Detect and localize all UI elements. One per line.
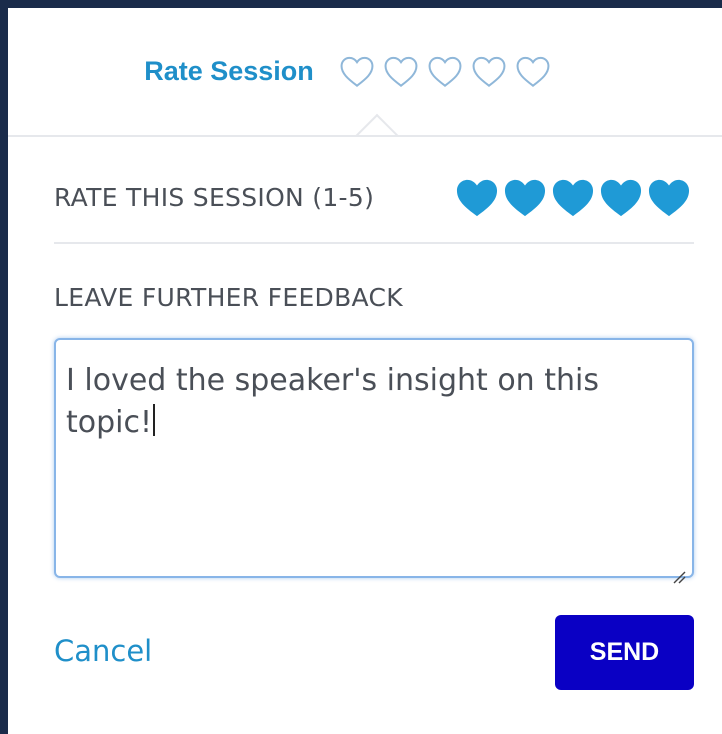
rate-session-title[interactable]: Rate Session	[144, 56, 314, 87]
feedback-textarea[interactable]: I loved the speaker's insight on this to…	[54, 338, 694, 584]
cancel-button[interactable]: Cancel	[54, 634, 152, 668]
heart-outline-icon[interactable]	[426, 54, 464, 88]
heart-filled-icon[interactable]	[598, 176, 644, 218]
leave-feedback-label: LEAVE FURTHER FEEDBACK	[54, 283, 403, 312]
resize-handle-icon[interactable]	[670, 554, 686, 584]
heart-filled-icon[interactable]	[454, 176, 500, 218]
heart-outline-icon[interactable]	[338, 54, 376, 88]
feedback-text: I loved the speaker's insight on this to…	[66, 363, 599, 440]
heart-outline-icon[interactable]	[382, 54, 420, 88]
panel-header: Rate Session	[8, 8, 722, 138]
section-divider	[54, 242, 694, 244]
header-heart-rating	[338, 54, 552, 88]
heart-filled-icon[interactable]	[502, 176, 548, 218]
session-heart-rating	[454, 176, 692, 218]
header-row: Rate Session	[144, 54, 552, 88]
heart-filled-icon[interactable]	[646, 176, 692, 218]
header-divider	[8, 135, 722, 137]
heart-outline-icon[interactable]	[470, 54, 508, 88]
text-cursor	[153, 404, 156, 436]
heart-filled-icon[interactable]	[550, 176, 596, 218]
rate-session-panel: Rate Session RATE THIS SESSION (1-5) LEA…	[8, 8, 722, 734]
heart-outline-icon[interactable]	[514, 54, 552, 88]
rate-this-session-label: RATE THIS SESSION (1-5)	[54, 183, 375, 212]
send-button[interactable]: SEND	[555, 615, 694, 690]
